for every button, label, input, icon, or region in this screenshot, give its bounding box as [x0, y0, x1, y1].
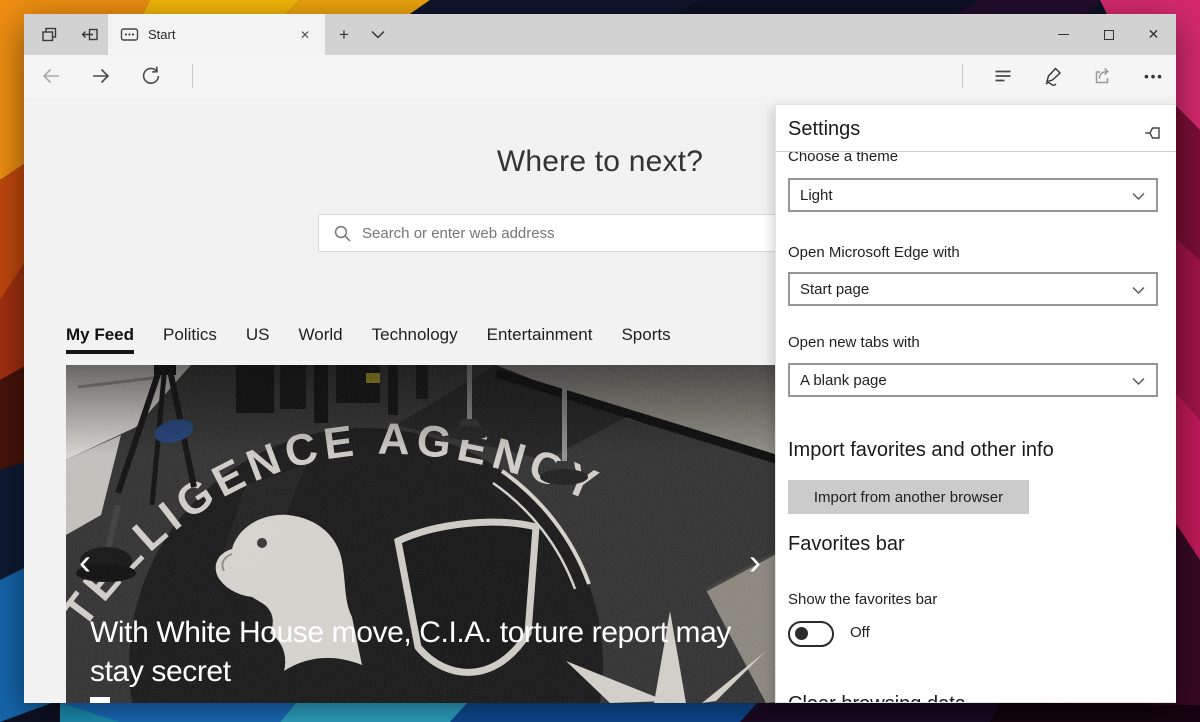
window-controls: ✕: [1041, 14, 1176, 55]
theme-value: Light: [800, 186, 833, 204]
more-menu-button[interactable]: •••: [1133, 55, 1175, 97]
news-headline[interactable]: With White House move, C.I.A. torture re…: [90, 613, 758, 691]
toggle-state-label: Off: [850, 624, 870, 641]
forward-button[interactable]: [80, 55, 122, 97]
settings-panel: Settings Choose a theme Light Open Micro…: [775, 104, 1176, 703]
new-tab-button[interactable]: +: [329, 14, 359, 55]
open-with-value: Start page: [800, 280, 870, 298]
reading-view-icon: [995, 70, 1011, 82]
share-icon: [1095, 67, 1109, 84]
open-with-label: Open Microsoft Edge with: [788, 244, 960, 261]
navigation-toolbar: •••: [24, 55, 1176, 97]
open-with-dropdown[interactable]: Start page: [788, 272, 1158, 306]
carousel-next-button[interactable]: ›: [740, 540, 770, 584]
toolbar-divider: [192, 64, 193, 88]
chevron-down-icon: [1132, 377, 1145, 386]
settings-title: Settings: [788, 118, 861, 140]
tab-close-button[interactable]: ✕: [295, 25, 315, 45]
reading-view-button[interactable]: [982, 55, 1024, 97]
back-arrow-icon: [42, 68, 59, 84]
tab-preview-icon: [41, 27, 56, 42]
feed-tab-us[interactable]: US: [246, 325, 270, 345]
back-button[interactable]: [30, 55, 72, 97]
new-tabs-value: A blank page: [800, 371, 887, 389]
feed-tab-entertainment[interactable]: Entertainment: [487, 325, 593, 345]
refresh-button[interactable]: [130, 55, 172, 97]
maximize-button[interactable]: [1086, 14, 1131, 55]
import-browser-button[interactable]: Import from another browser: [788, 480, 1029, 514]
pin-panel-button[interactable]: [1140, 121, 1164, 143]
show-favorites-label: Show the favorites bar: [788, 591, 938, 608]
feed-tab-sports[interactable]: Sports: [621, 325, 670, 345]
tab-bar: Start ✕ + ✕: [24, 14, 1176, 55]
feed-tab-my-feed[interactable]: My Feed: [66, 325, 135, 354]
share-button[interactable]: [1081, 55, 1123, 97]
pen-icon: [1045, 67, 1062, 86]
clear-browsing-heading-clipped: Clear browsing data: [788, 693, 966, 702]
close-button[interactable]: ✕: [1131, 14, 1176, 55]
feed-tabs: My Feed Politics US World Technology Ent…: [66, 325, 671, 354]
toolbar-divider-right: [962, 64, 963, 88]
carousel-prev-button[interactable]: ‹: [70, 540, 100, 584]
set-tabs-aside-icon: [81, 28, 98, 41]
feed-tab-technology[interactable]: Technology: [372, 325, 458, 345]
close-icon: ✕: [1147, 26, 1160, 42]
pin-icon: [1144, 126, 1160, 139]
refresh-icon: [142, 66, 160, 84]
desktop: Start ✕ + ✕ ••• Where to next? Search or…: [0, 0, 1200, 722]
edge-browser-window: Start ✕ + ✕ ••• Where to next? Search or…: [24, 14, 1176, 703]
minimize-button[interactable]: [1041, 14, 1086, 55]
import-heading: Import favorites and other info: [788, 439, 1054, 461]
plus-icon: +: [339, 24, 349, 44]
ellipsis-icon: •••: [1144, 68, 1164, 84]
favorites-bar-toggle[interactable]: [788, 621, 834, 647]
tab-preview-button[interactable]: [32, 14, 66, 55]
tab-start[interactable]: Start ✕: [108, 14, 325, 55]
maximize-icon: [1103, 29, 1114, 40]
news-card[interactable]: TELLIGENCE AGENCY: [66, 365, 846, 703]
tab-list-button[interactable]: [363, 14, 393, 55]
chevron-down-icon: [1132, 286, 1145, 295]
theme-dropdown[interactable]: Light: [788, 178, 1158, 212]
set-tabs-aside-button[interactable]: [72, 14, 106, 55]
new-tabs-dropdown[interactable]: A blank page: [788, 363, 1158, 397]
feed-tab-world[interactable]: World: [299, 325, 343, 345]
tab-title: Start: [148, 27, 176, 42]
start-page-favicon-icon: [120, 28, 139, 41]
chevron-down-icon: [371, 30, 385, 39]
new-tabs-label: Open new tabs with: [788, 334, 920, 351]
minimize-icon: [1058, 33, 1069, 36]
toggle-knob: [795, 627, 808, 640]
search-icon: [334, 225, 351, 242]
theme-label-clipped: Choose a theme: [788, 152, 899, 165]
feed-tab-politics[interactable]: Politics: [163, 325, 217, 345]
forward-arrow-icon: [93, 68, 110, 84]
web-note-button[interactable]: [1032, 55, 1074, 97]
chevron-down-icon: [1132, 192, 1145, 201]
favorites-bar-heading: Favorites bar: [788, 533, 905, 555]
news-source-mark: [90, 697, 110, 703]
